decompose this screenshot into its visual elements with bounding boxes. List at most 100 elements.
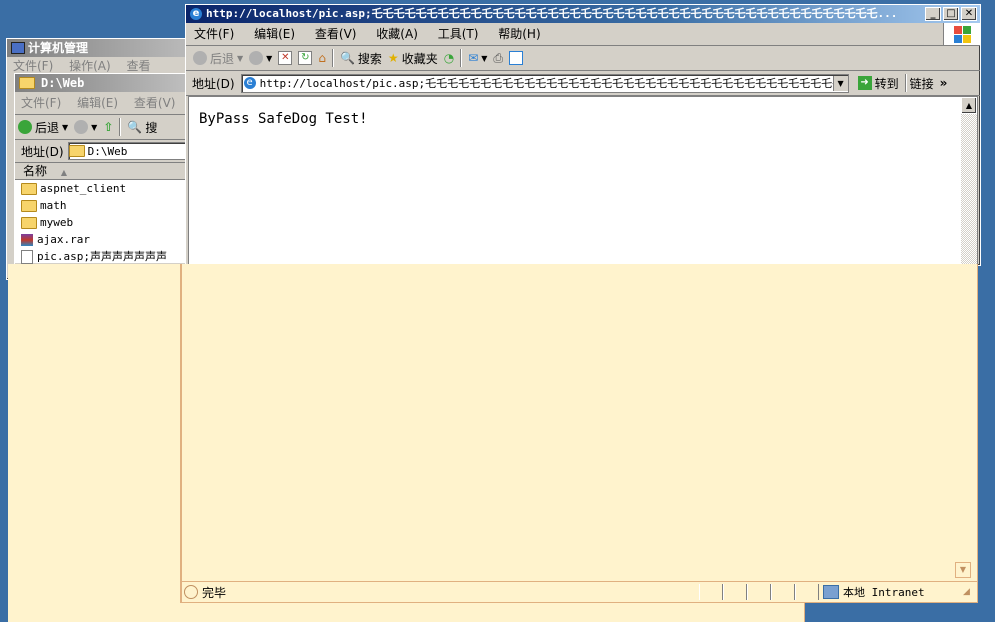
- stop-button[interactable]: ✕: [275, 48, 295, 68]
- computer-management-titlebar[interactable]: 计算机管理: [7, 39, 207, 57]
- address-label: 地址(D): [21, 144, 64, 159]
- file-name: math: [40, 199, 67, 212]
- list-item[interactable]: pic.asp;声声声声声声声: [15, 248, 191, 265]
- folder-icon: [21, 200, 37, 212]
- refresh-button[interactable]: ↻: [295, 48, 315, 68]
- menu-view[interactable]: 查看(V): [307, 23, 365, 45]
- home-icon: ⌂: [318, 51, 326, 65]
- address-field[interactable]: D:\Web: [67, 142, 191, 160]
- explorer-address-bar: 地址(D) D:\Web: [15, 140, 191, 163]
- menu-item[interactable]: 查看(V): [128, 92, 182, 114]
- search-label: 搜索: [357, 51, 382, 66]
- column-header-name[interactable]: 名称 ▲: [15, 163, 191, 180]
- back-label: 后退: [210, 51, 235, 66]
- address-value: D:\Web: [87, 144, 128, 158]
- file-name: pic.asp;声声声声声声声: [37, 250, 167, 263]
- page-content-text: ByPass SafeDog Test!: [199, 111, 368, 127]
- menu-favorites[interactable]: 收藏(A): [368, 23, 426, 45]
- forward-arrow-icon: [249, 51, 264, 65]
- close-button[interactable]: ✕: [961, 7, 977, 21]
- scroll-up-button[interactable]: ▲: [961, 97, 977, 114]
- toolbar-separator: [460, 49, 463, 67]
- list-item[interactable]: aspnet_client: [15, 180, 191, 197]
- list-item[interactable]: math: [15, 197, 191, 214]
- computer-icon: [11, 42, 25, 54]
- scroll-down-button[interactable]: ▼: [955, 562, 971, 578]
- maximize-button[interactable]: □: [943, 7, 959, 21]
- back-arrow-icon: [18, 120, 32, 134]
- menu-item[interactable]: 文件(F): [15, 92, 67, 114]
- up-arrow-icon: ⇧: [103, 120, 114, 134]
- status-cell: [747, 584, 771, 600]
- toolbar-separator: [904, 74, 907, 92]
- menu-file[interactable]: 文件(F): [186, 23, 242, 45]
- print-button[interactable]: ⎙: [490, 48, 506, 68]
- status-cell: [771, 584, 795, 600]
- forward-button[interactable]: ▼: [71, 117, 100, 137]
- go-arrow-icon: ➜: [857, 76, 872, 90]
- asp-file-icon: [21, 250, 33, 264]
- address-dropdown-button[interactable]: ▼: [832, 75, 848, 91]
- ie-window: e http://localhost/pic.asp;乇乇乇乇乇乇乇乇乇乇乇乇乇…: [185, 4, 981, 266]
- search-button[interactable]: 🔍 搜索: [337, 48, 385, 68]
- file-list: 名称 ▲ aspnet_client math myweb ajax.rar p…: [15, 163, 191, 265]
- computer-management-title: 计算机管理: [28, 41, 89, 55]
- address-label: 地址(D): [192, 76, 235, 91]
- menu-tools[interactable]: 工具(T): [430, 23, 487, 45]
- list-item[interactable]: ajax.rar: [15, 231, 191, 248]
- toolbar-separator: [119, 118, 122, 136]
- ie-menu-bar: 文件(F) 编辑(E) 查看(V) 收藏(A) 工具(T) 帮助(H): [186, 23, 980, 46]
- file-name: myweb: [40, 216, 74, 229]
- back-arrow-icon: [193, 51, 207, 65]
- star-icon: ★: [387, 51, 399, 65]
- explorer-window: D:\Web 文件(F) 编辑(E) 查看(V) 后退 ▼ ▼ ⇧ 🔍 搜 地址…: [14, 73, 192, 275]
- search-label: 搜: [145, 120, 158, 135]
- resize-grip-icon[interactable]: ◢: [963, 587, 977, 597]
- ie-window-lower-frame: ▼ 完毕 本地 Intranet ◢: [180, 264, 978, 603]
- go-button[interactable]: ➜ 转到: [855, 73, 902, 93]
- windows-logo-icon: [943, 23, 980, 45]
- back-button[interactable]: 后退 ▼: [190, 48, 246, 68]
- up-folder-button[interactable]: ⇧: [100, 117, 116, 137]
- security-zone-text: 本地 Intranet: [843, 586, 925, 599]
- menu-help[interactable]: 帮助(H): [490, 23, 548, 45]
- explorer-titlebar[interactable]: D:\Web: [15, 74, 191, 92]
- back-button[interactable]: 后退 ▼: [15, 117, 71, 137]
- menu-edit[interactable]: 编辑(E): [246, 23, 303, 45]
- ie-logo-icon: e: [190, 8, 202, 20]
- minimize-button[interactable]: _: [925, 7, 941, 21]
- menu-item[interactable]: 编辑(E): [71, 92, 124, 114]
- home-button[interactable]: ⌂: [315, 48, 329, 68]
- file-name: aspnet_client: [40, 182, 127, 195]
- address-field[interactable]: e http://localhost/pic.asp;乇乇乇乇乇乇乇乇乇乇乇乇乇…: [240, 73, 849, 93]
- dropdown-arrow-icon: ▼: [62, 122, 69, 132]
- status-text: 完毕: [202, 585, 227, 600]
- search-button[interactable]: 🔍 搜: [124, 117, 160, 137]
- history-button[interactable]: ◔: [441, 48, 457, 68]
- status-cell: [699, 584, 723, 600]
- search-icon: 🔍: [127, 120, 143, 134]
- edit-button[interactable]: [506, 48, 526, 68]
- mail-button[interactable]: ✉ ▼: [465, 48, 490, 68]
- chevron-right-icon[interactable]: »: [940, 76, 948, 90]
- ie-page-icon: e: [243, 77, 256, 89]
- toolbar-separator: [331, 49, 334, 67]
- forward-button[interactable]: ▼: [246, 48, 275, 68]
- vertical-scrollbar[interactable]: ▲: [961, 97, 977, 265]
- search-icon: 🔍: [339, 51, 355, 65]
- status-cell: [795, 584, 819, 600]
- favorites-button[interactable]: ★ 收藏夹: [385, 48, 441, 68]
- links-button[interactable]: 链接: [910, 75, 934, 92]
- dropdown-arrow-icon: ▼: [237, 53, 244, 63]
- page-done-icon: [184, 585, 198, 599]
- list-item[interactable]: myweb: [15, 214, 191, 231]
- file-name: ajax.rar: [37, 233, 90, 246]
- folder-icon: [68, 145, 85, 157]
- explorer-toolbar: 后退 ▼ ▼ ⇧ 🔍 搜: [15, 115, 191, 140]
- intranet-zone-icon: [823, 585, 839, 599]
- ie-titlebar[interactable]: e http://localhost/pic.asp;乇乇乇乇乇乇乇乇乇乇乇乇乇…: [186, 5, 980, 23]
- ie-title: http://localhost/pic.asp;乇乇乇乇乇乇乇乇乇乇乇乇乇乇乇…: [206, 7, 898, 20]
- edit-page-icon: [509, 51, 524, 65]
- ie-address-bar: 地址(D) e http://localhost/pic.asp;乇乇乇乇乇乇乇…: [186, 71, 980, 96]
- folder-icon: [21, 217, 37, 229]
